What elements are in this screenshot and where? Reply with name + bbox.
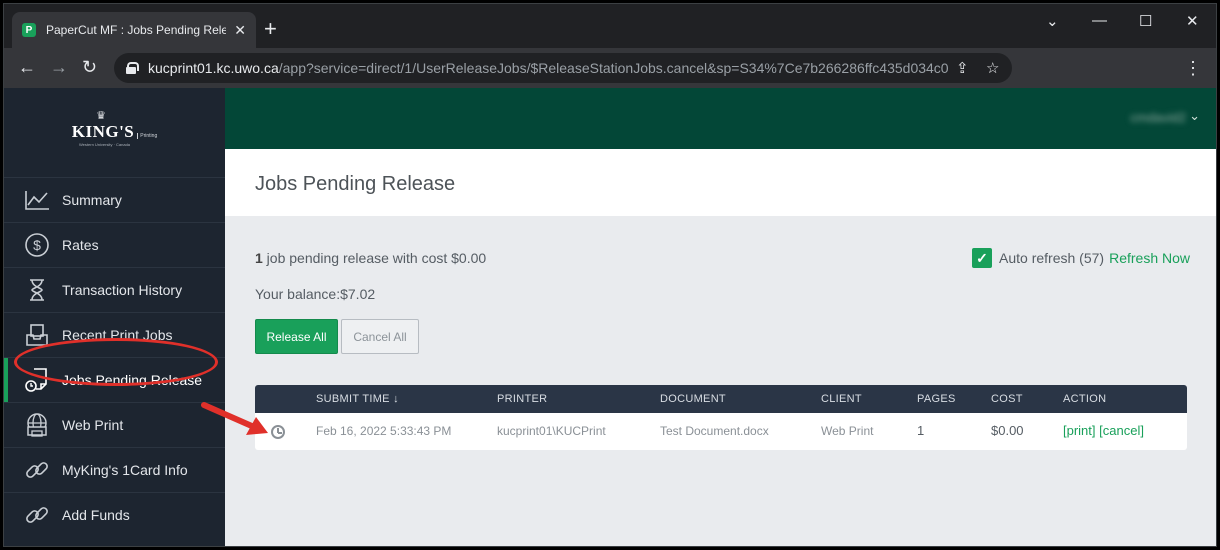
new-tab-button[interactable]: +: [264, 18, 277, 40]
cell-pages: 1: [917, 423, 925, 438]
balance-label: Your balance:: [255, 286, 341, 302]
pending-summary-text: job pending release with cost: [262, 250, 452, 266]
link-icon: [24, 502, 50, 528]
cancel-job-link[interactable]: [cancel]: [1099, 423, 1144, 438]
crown-icon: ♛: [96, 110, 107, 122]
column-header-cost[interactable]: COST: [991, 393, 1023, 405]
star-bookmark-icon[interactable]: ☆: [986, 59, 999, 77]
sidebar-item-label: Rates: [62, 236, 99, 253]
cell-action: [print] [cancel]: [1063, 423, 1144, 438]
sidebar-item-label: MyKing's 1Card Info: [62, 461, 188, 478]
sidebar: ♛ KING'S Printing Western University · C…: [4, 88, 225, 546]
cell-printer: kucprint01\KUCPrint: [497, 424, 606, 438]
url-text: kucprint01.kc.uwo.ca/app?service=direct/…: [148, 60, 948, 76]
summary-chart-icon: [24, 187, 50, 213]
balance: Your balance:$7.02: [255, 286, 375, 302]
forward-arrow-icon[interactable]: →: [50, 58, 68, 76]
title-bar: Jobs Pending Release: [225, 149, 1216, 216]
globe-printer-icon: [24, 412, 50, 438]
table-row: Feb 16, 2022 5:33:43 PM kucprint01\KUCPr…: [255, 413, 1187, 450]
sidebar-item-add-funds[interactable]: Add Funds: [4, 492, 225, 536]
svg-text:$: $: [33, 237, 41, 253]
column-header-printer[interactable]: PRINTER: [497, 393, 547, 405]
sidebar-item-rates[interactable]: $ Rates: [4, 222, 225, 266]
pending-count: 1: [255, 250, 263, 266]
maximize-icon[interactable]: ☐: [1139, 12, 1152, 30]
kings-logo[interactable]: ♛ KING'S Printing Western University · C…: [4, 88, 225, 168]
link-icon: [24, 457, 50, 483]
cell-cost: $0.00: [991, 423, 1024, 438]
dollar-icon: $: [24, 232, 50, 258]
auto-refresh-label: Auto refresh (57): [999, 250, 1105, 266]
user-name[interactable]: cmdavid2: [1130, 110, 1186, 125]
browser-tab[interactable]: P PaperCut MF : Jobs Pending Release ✕: [12, 12, 256, 48]
clock-icon: [271, 425, 285, 439]
tab-title: PaperCut MF : Jobs Pending Release: [46, 23, 226, 37]
column-header-action: ACTION: [1063, 393, 1107, 405]
auto-refresh-checkbox[interactable]: ✓: [972, 248, 993, 268]
minimize-icon[interactable]: —: [1092, 12, 1107, 29]
auto-refresh: ✓ Auto refresh (57) Refresh Now: [972, 248, 1190, 268]
refresh-now-link[interactable]: Refresh Now: [1109, 250, 1190, 266]
sidebar-item-transaction-history[interactable]: Transaction History: [4, 267, 225, 311]
sidebar-item-label: Transaction History: [62, 281, 183, 298]
sidebar-item-label: Add Funds: [62, 506, 130, 523]
browser-window: P PaperCut MF : Jobs Pending Release ✕ +…: [3, 3, 1217, 547]
column-header-document[interactable]: DOCUMENT: [660, 393, 726, 405]
browser-toolbar: ← → ↻ kucprint01.kc.uwo.ca/app?service=d…: [4, 48, 1216, 88]
reload-icon[interactable]: ↻: [82, 58, 97, 76]
column-header-submit-time[interactable]: SUBMIT TIME ↓: [316, 393, 399, 405]
top-header: cmdavid2 ⌄: [225, 88, 1216, 149]
annotation-highlight-ellipse: [14, 338, 218, 386]
main-content: 1 job pending release with cost $0.00 Yo…: [225, 216, 1216, 546]
annotation-arrow-icon: [201, 402, 268, 435]
logo-name: KING'S: [71, 122, 135, 141]
active-indicator: [4, 358, 8, 402]
papercut-favicon-icon: P: [22, 23, 36, 37]
column-header-client[interactable]: CLIENT: [821, 393, 862, 405]
sidebar-item-label: Web Print: [62, 416, 124, 433]
release-all-button[interactable]: Release All: [255, 319, 338, 354]
share-icon[interactable]: ⇪: [956, 59, 969, 77]
cell-submit-time: Feb 16, 2022 5:33:43 PM: [316, 424, 452, 438]
sidebar-item-web-print[interactable]: Web Print: [4, 402, 225, 446]
table-header: SUBMIT TIME ↓ PRINTER DOCUMENT CLIENT PA…: [255, 385, 1187, 413]
logo-sub: Printing: [137, 133, 157, 139]
cell-client: Web Print: [821, 424, 874, 438]
page: ♛ KING'S Printing Western University · C…: [4, 88, 1216, 546]
lock-icon[interactable]: [126, 62, 139, 74]
balance-value: $7.02: [340, 286, 376, 302]
tab-bar: P PaperCut MF : Jobs Pending Release ✕ +…: [4, 4, 1216, 48]
column-header-pages[interactable]: PAGES: [917, 393, 956, 405]
chevron-down-icon[interactable]: ⌄: [1189, 108, 1200, 124]
pending-cost: $0.00: [451, 250, 487, 266]
sort-arrow-icon: ↓: [393, 393, 399, 405]
sidebar-item-1card-info[interactable]: MyKing's 1Card Info: [4, 447, 225, 491]
pending-jobs-table: SUBMIT TIME ↓ PRINTER DOCUMENT CLIENT PA…: [255, 385, 1187, 450]
print-job-link[interactable]: [print]: [1063, 423, 1096, 438]
page-title: Jobs Pending Release: [255, 173, 456, 195]
back-arrow-icon[interactable]: ←: [18, 58, 36, 76]
pending-summary: 1 job pending release with cost $0.00: [255, 250, 486, 266]
chevron-down-icon[interactable]: ⌄: [1046, 12, 1059, 30]
close-tab-icon[interactable]: ✕: [234, 22, 246, 39]
hourglass-icon: [24, 277, 50, 303]
logo-tagline: Western University · Canada: [78, 142, 131, 147]
address-bar[interactable]: kucprint01.kc.uwo.ca/app?service=direct/…: [114, 53, 1012, 83]
close-window-icon[interactable]: ✕: [1186, 12, 1199, 30]
sidebar-item-summary[interactable]: Summary: [4, 177, 225, 221]
sidebar-item-label: Summary: [62, 191, 122, 208]
cancel-all-button[interactable]: Cancel All: [341, 319, 419, 354]
kebab-menu-icon[interactable]: ⋮: [1184, 58, 1202, 79]
cell-document: Test Document.docx: [660, 424, 769, 438]
